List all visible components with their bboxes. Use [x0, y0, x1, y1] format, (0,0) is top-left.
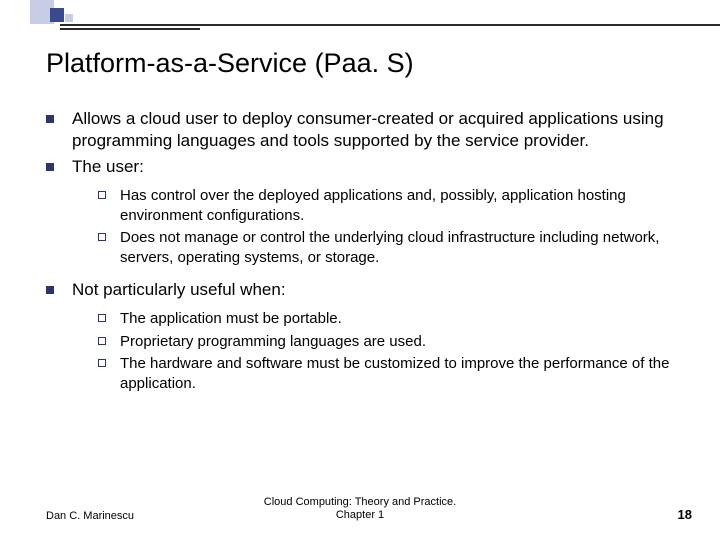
bullet-item: Allows a cloud user to deploy consumer-c… [46, 108, 676, 152]
sub-text: Proprietary programming languages are us… [120, 332, 426, 352]
sub-item: Has control over the deployed applicatio… [98, 186, 676, 225]
hollow-square-icon [98, 191, 106, 199]
footer-page-number: 18 [678, 507, 692, 522]
sub-text: The hardware and software must be custom… [120, 354, 676, 393]
bullet-text: Not particularly useful when: [72, 279, 286, 301]
footer-book-title: Cloud Computing: Theory and Practice. [264, 496, 456, 508]
deco-line [60, 24, 720, 26]
content-body: Allows a cloud user to deploy consumer-c… [46, 108, 676, 405]
bullet-item: The user: [46, 156, 676, 178]
sub-item: The application must be portable. [98, 309, 676, 329]
sub-text: The application must be portable. [120, 309, 342, 329]
hollow-square-icon [98, 314, 106, 322]
sub-list: Has control over the deployed applicatio… [98, 186, 676, 267]
square-bullet-icon [46, 163, 54, 171]
bullet-item: Not particularly useful when: [46, 279, 676, 301]
bullet-text: The user: [72, 156, 144, 178]
square-bullet-icon [46, 115, 54, 123]
sub-item: Proprietary programming languages are us… [98, 332, 676, 352]
slide-title: Platform-as-a-Service (Paa. S) [46, 48, 414, 79]
footer-chapter: Chapter 1 [336, 509, 384, 521]
footer-author: Dan C. Marinescu [46, 510, 134, 522]
bullet-text: Allows a cloud user to deploy consumer-c… [72, 108, 676, 152]
header-decoration [0, 0, 720, 30]
sub-item: Does not manage or control the underlyin… [98, 228, 676, 267]
sub-text: Has control over the deployed applicatio… [120, 186, 676, 225]
deco-square-small [65, 14, 73, 22]
hollow-square-icon [98, 233, 106, 241]
hollow-square-icon [98, 337, 106, 345]
hollow-square-icon [98, 359, 106, 367]
sub-text: Does not manage or control the underlyin… [120, 228, 676, 267]
sub-item: The hardware and software must be custom… [98, 354, 676, 393]
deco-square-dark [50, 8, 64, 22]
square-bullet-icon [46, 286, 54, 294]
deco-line-short [60, 28, 200, 30]
sub-list: The application must be portable. Propri… [98, 309, 676, 393]
